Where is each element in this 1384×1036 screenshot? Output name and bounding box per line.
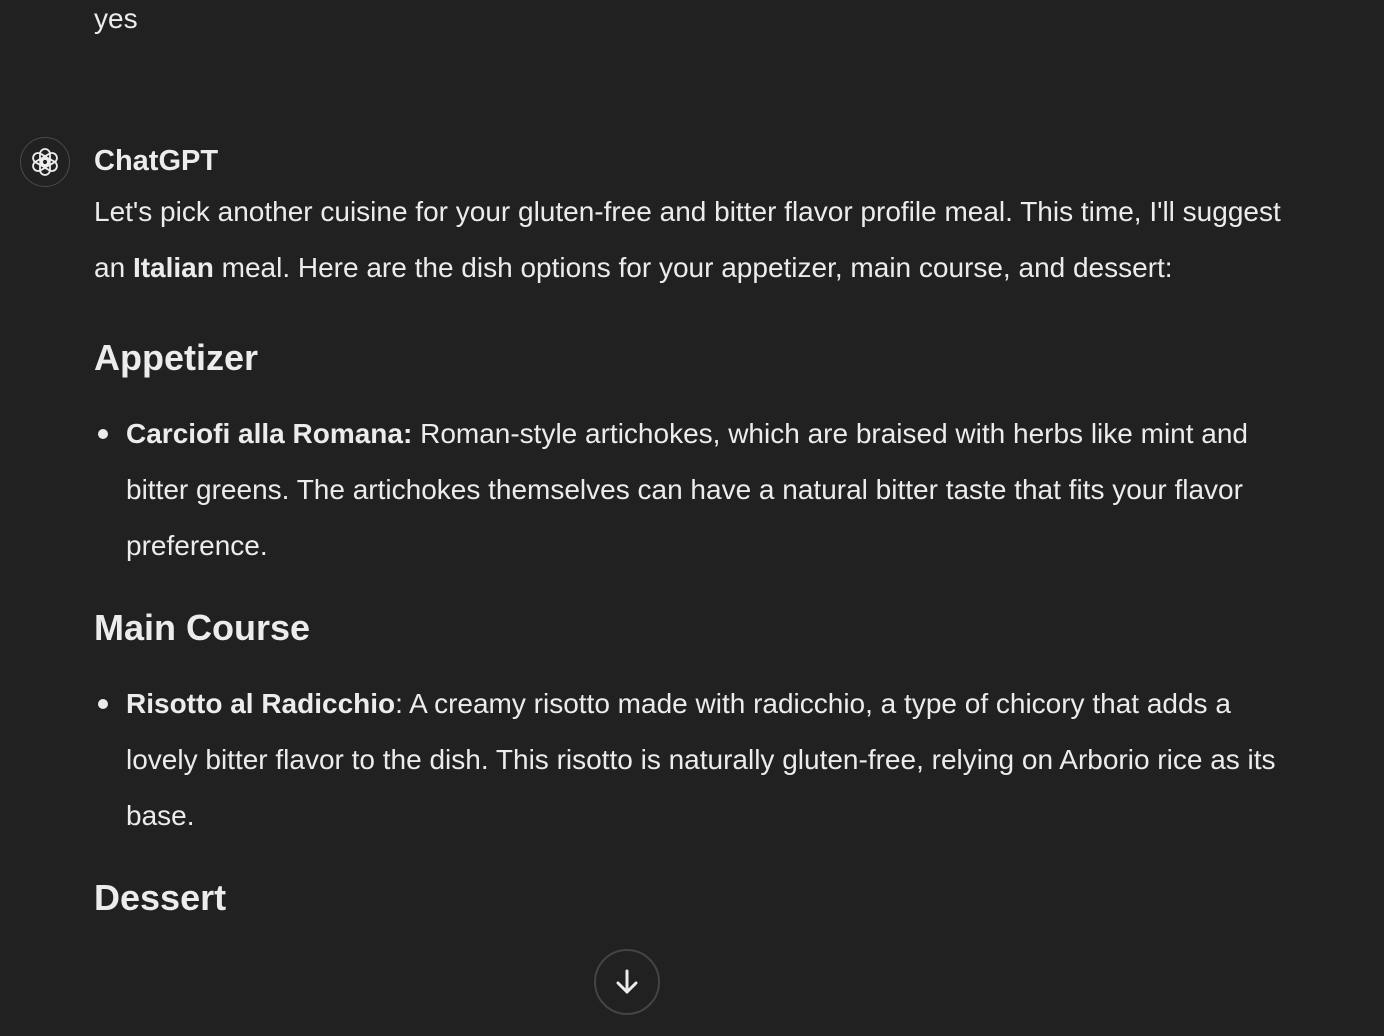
user-message: yes: [94, 3, 138, 34]
assistant-avatar: [20, 137, 70, 187]
section-heading-dessert: Dessert: [94, 877, 227, 918]
dish-name: Risotto al Radicchio: [126, 688, 396, 719]
chat-page: yes ChatGPT Let's pick another cuisine f…: [0, 0, 1384, 1036]
section-heading-appetizer: Appetizer: [94, 337, 259, 378]
assistant-message: ChatGPT Let's pick another cuisine for y…: [94, 140, 1284, 922]
main-course-list: Risotto al Radicchio: A creamy risotto m…: [94, 676, 1284, 844]
list-item: Risotto al Radicchio: A creamy risotto m…: [98, 676, 1284, 844]
scroll-to-bottom-button[interactable]: [594, 949, 660, 1015]
list-item: Carciofi alla Romana: Roman-style artich…: [98, 406, 1284, 574]
intro-paragraph: Let's pick another cuisine for your glut…: [94, 184, 1284, 296]
arrow-down-icon: [616, 969, 638, 994]
sender-name: ChatGPT: [94, 145, 219, 177]
intro-text-2: meal. Here are the dish options for your…: [213, 252, 1173, 283]
openai-logo-icon: [32, 148, 58, 176]
bullet-icon: [98, 699, 108, 709]
bullet-icon: [98, 429, 108, 439]
intro-bold-cuisine: Italian: [132, 252, 214, 283]
section-heading-main-course: Main Course: [94, 607, 311, 648]
dish-name: Carciofi alla Romana:: [126, 418, 413, 449]
appetizer-list: Carciofi alla Romana: Roman-style artich…: [94, 406, 1284, 574]
